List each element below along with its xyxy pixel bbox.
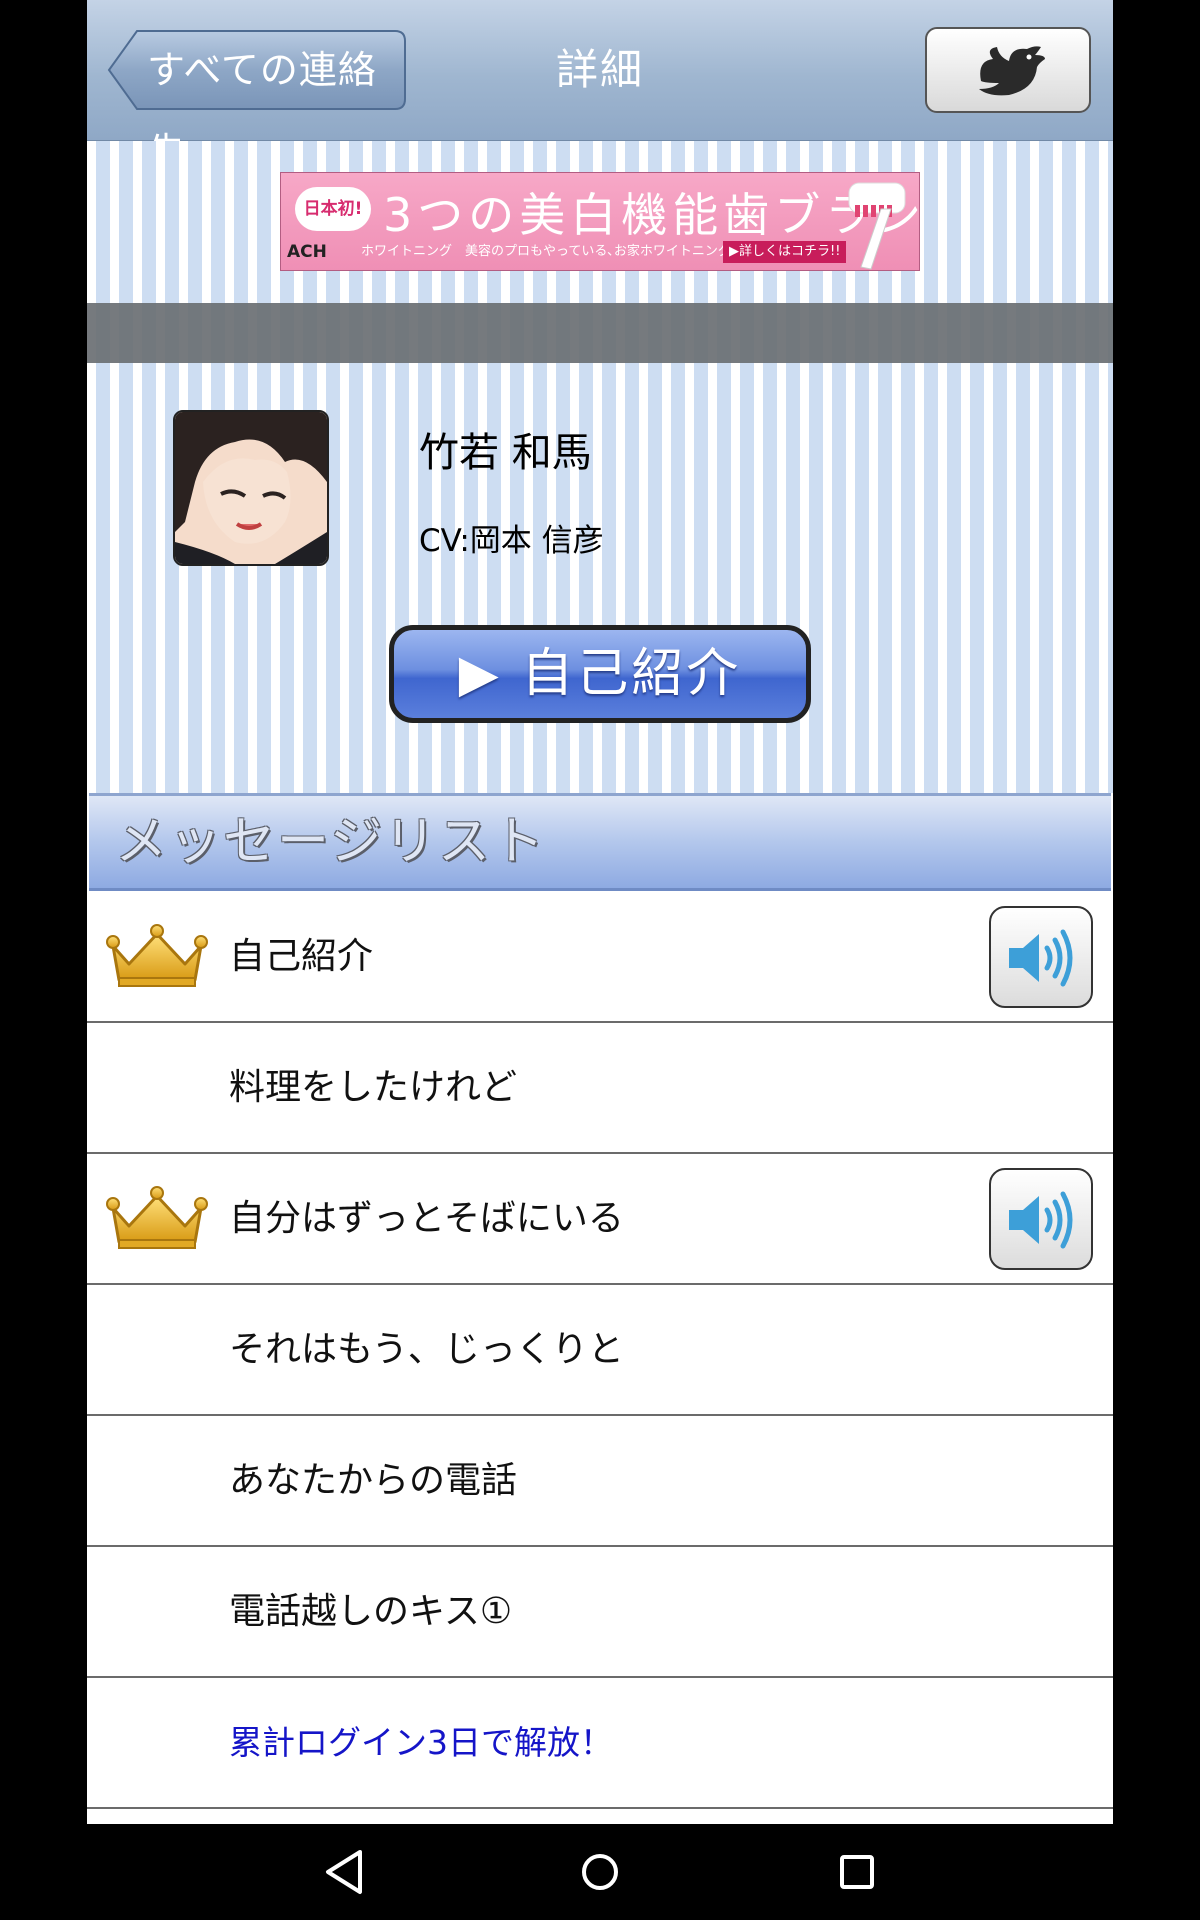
intro-play-label: ▶ 自己紹介 [458,644,742,704]
ad-subtext: ホワイトニング 美容のプロもやっている､お家ホワイトニング｡ [361,244,738,259]
message-row[interactable]: あなたからの電話 [87,1416,1113,1547]
intro-play-button[interactable]: ▶ 自己紹介 [389,625,811,723]
message-list: 自己紹介料理をしたけれど自分はずっとそばにいる それはもう、じっくりと あなたからの… [87,892,1113,1809]
app-screen: 詳細 すべての連絡先 日本初! [87,0,1113,1824]
avatar-image [175,412,327,564]
message-label: 自分はずっとそばにいる [229,1198,624,1239]
ad-cta: ▶詳しくはコチラ!! [723,241,847,263]
twitter-bird-icon [979,46,1045,96]
nav-home-icon[interactable] [578,1846,622,1898]
nav-back-icon[interactable] [320,1846,370,1898]
message-label: 料理をしたけれど [229,1067,518,1108]
message-label: 自己紹介 [229,936,374,977]
ad-badge: 日本初! [295,187,371,231]
twitter-share-button[interactable] [925,27,1091,113]
message-row[interactable]: 累計ログイン3日で解放！ [87,1678,1113,1809]
message-list-title: メッセージリスト [115,812,546,872]
character-cv: CV:岡本 信彦 [419,523,604,559]
message-list-header: メッセージリスト [89,793,1111,891]
back-button[interactable]: すべての連絡先 [107,29,407,174]
character-name: 竹若 和馬 [419,430,592,476]
message-label: 電話越しのキス① [229,1591,513,1632]
ad-headline: 3つの美白機能歯ブラシ [383,188,920,242]
ad-banner[interactable]: 日本初! 3つの美白機能歯ブラシ ACH ホワイトニング 美容のプロもやっている… [280,172,920,271]
crown-icon [105,1186,209,1254]
play-voice-button[interactable] [989,1168,1093,1270]
locked-message-label: 累計ログイン3日で解放！ [229,1723,613,1762]
message-row[interactable]: 自己紹介 [87,892,1113,1023]
toothbrush-icon [848,182,906,270]
divider-band [87,303,1113,363]
nav-recent-apps-icon[interactable] [835,1846,879,1898]
message-label: あなたからの電話 [229,1460,518,1501]
crown-icon [105,924,209,992]
message-row[interactable]: 料理をしたけれど [87,1023,1113,1154]
message-row[interactable]: 自分はずっとそばにいる [87,1154,1113,1285]
back-button-label: すべての連絡先 [147,48,377,174]
play-voice-button[interactable] [989,906,1093,1008]
system-nav-bar [0,1824,1200,1920]
message-label: それはもう、じっくりと [229,1329,624,1370]
header-bar: 詳細 すべての連絡先 [87,0,1113,174]
message-row[interactable]: それはもう、じっくりと [87,1285,1113,1416]
message-row[interactable]: 電話越しのキス① [87,1547,1113,1678]
character-avatar [173,410,329,566]
ad-brand: ACH [287,242,327,262]
